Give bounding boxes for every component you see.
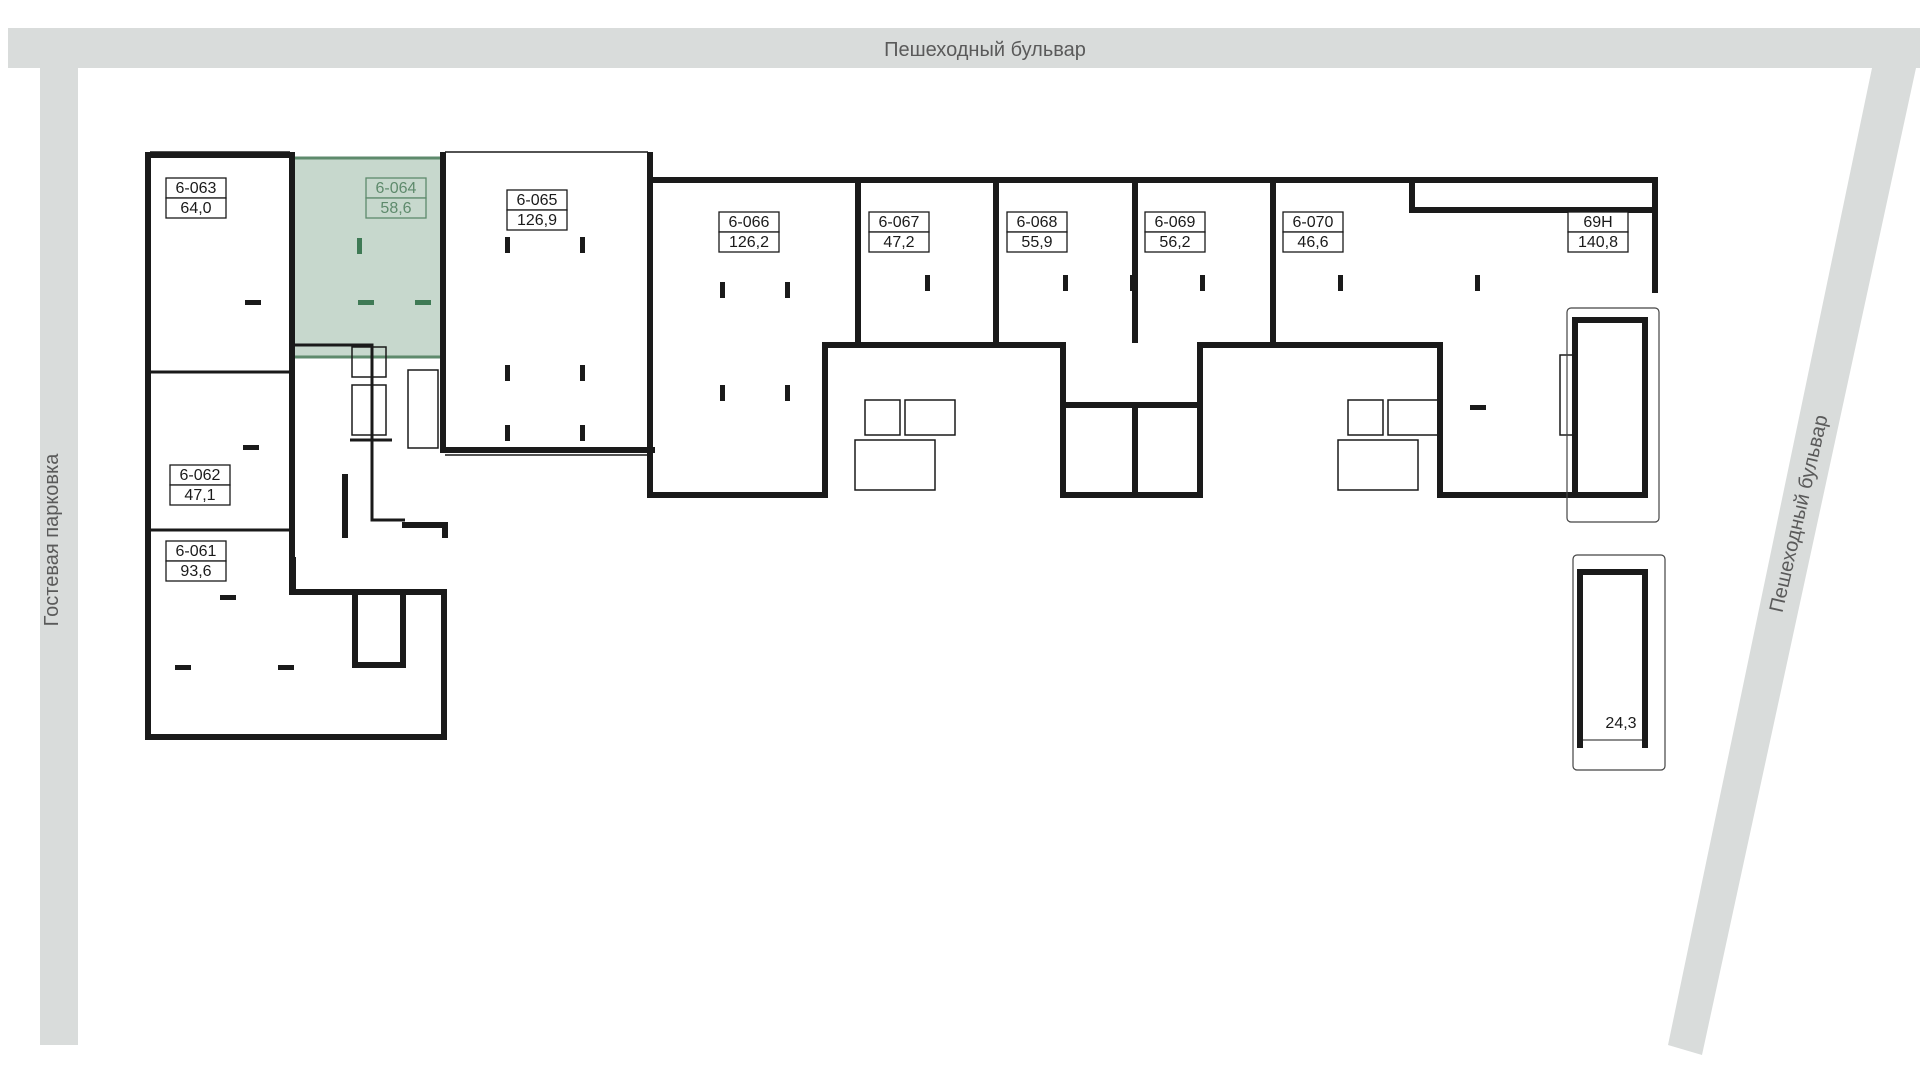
unit-6-063[interactable]: 6-063 64,0 bbox=[165, 177, 227, 219]
unit-area: 47,2 bbox=[883, 234, 914, 251]
unit-id: 6-064 bbox=[376, 180, 417, 197]
unit-id: 6-069 bbox=[1155, 214, 1196, 231]
elevator-center-1 bbox=[864, 399, 901, 436]
terrace-area-label: 24,3 bbox=[1605, 715, 1636, 732]
unit-id: 6-063 bbox=[176, 180, 217, 197]
unit-6-068[interactable]: 6-068 55,9 bbox=[1006, 211, 1068, 253]
stairs-east bbox=[1337, 439, 1419, 491]
unit-id: 6-070 bbox=[1293, 214, 1334, 231]
unit-area: 55,9 bbox=[1021, 234, 1052, 251]
unit-6-067[interactable]: 6-067 47,2 bbox=[868, 211, 930, 253]
unit-area: 64,0 bbox=[180, 200, 211, 217]
road-label-top: Пешеходный бульвар bbox=[884, 39, 1086, 61]
unit-area: 58,6 bbox=[380, 200, 411, 217]
unit-area: 93,6 bbox=[180, 563, 211, 580]
unit-id: 6-062 bbox=[180, 467, 221, 484]
unit-area: 47,1 bbox=[184, 487, 215, 504]
floor-plan-map: Пешеходный бульвар Гостевая парковка Пеш… bbox=[8, 28, 1920, 1055]
unit-id: 69Н bbox=[1583, 214, 1612, 231]
unit-6-065[interactable]: 6-065 126,9 bbox=[506, 189, 568, 231]
unit-6-066[interactable]: 6-066 126,2 bbox=[718, 211, 780, 253]
elevator-east-1 bbox=[1347, 399, 1384, 436]
unit-area: 56,2 bbox=[1159, 234, 1190, 251]
terrace-lower bbox=[1572, 554, 1666, 771]
elevator-center-2 bbox=[904, 399, 956, 436]
road-label-left: Гостевая парковка bbox=[41, 453, 63, 627]
unit-6-070[interactable]: 6-070 46,6 bbox=[1282, 211, 1344, 253]
elevator-west-2 bbox=[351, 384, 387, 436]
elevator-east-2 bbox=[1387, 399, 1439, 436]
unit-6-064[interactable]: 6-064 58,6 bbox=[365, 177, 427, 219]
unit-id: 6-065 bbox=[517, 192, 558, 209]
unit-area: 46,6 bbox=[1297, 234, 1328, 251]
unit-69Н[interactable]: 69Н 140,8 bbox=[1567, 211, 1629, 253]
unit-id: 6-067 bbox=[879, 214, 920, 231]
unit-id: 6-068 bbox=[1017, 214, 1058, 231]
unit-6-061[interactable]: 6-061 93,6 bbox=[165, 540, 227, 582]
stairs-west bbox=[407, 369, 439, 449]
unit-id: 6-066 bbox=[729, 214, 770, 231]
unit-id: 6-061 bbox=[176, 543, 217, 560]
unit-area: 140,8 bbox=[1578, 234, 1618, 251]
unit-6-069[interactable]: 6-069 56,2 bbox=[1144, 211, 1206, 253]
unit-area: 126,9 bbox=[517, 212, 557, 229]
unit-6-062[interactable]: 6-062 47,1 bbox=[169, 464, 231, 506]
stairs-center bbox=[854, 439, 936, 491]
unit-area: 126,2 bbox=[729, 234, 769, 251]
